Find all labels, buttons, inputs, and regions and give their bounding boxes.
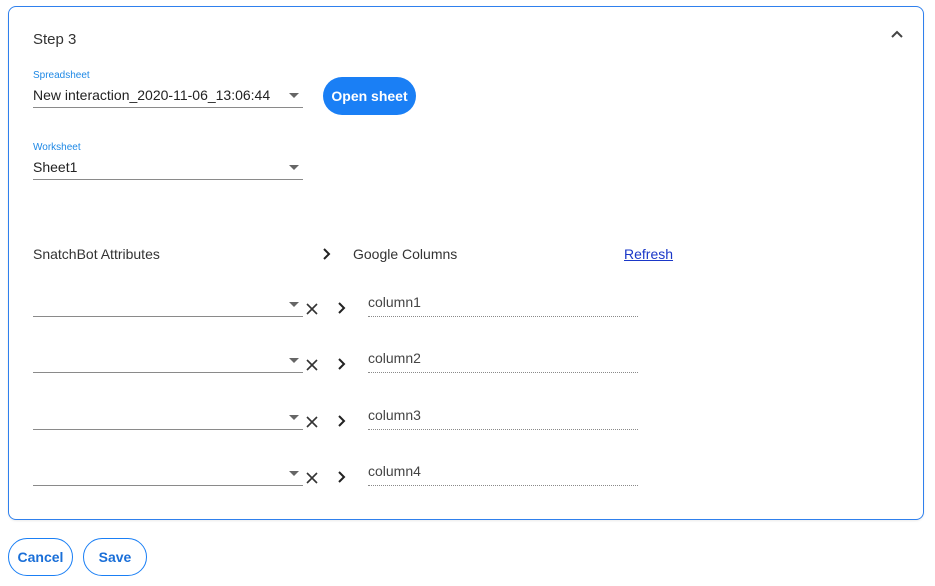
column-field[interactable]: column1	[368, 291, 638, 317]
spreadsheet-field: Spreadsheet New interaction_2020-11-06_1…	[33, 69, 303, 108]
mapping-row: column1	[33, 287, 653, 321]
cancel-button[interactable]: Cancel	[8, 538, 73, 576]
spreadsheet-select[interactable]: New interaction_2020-11-06_13:06:44	[33, 82, 303, 108]
caret-down-icon	[289, 358, 299, 363]
google-columns-header: Google Columns	[353, 246, 458, 262]
spreadsheet-label: Spreadsheet	[33, 70, 90, 81]
mapping-row: column2	[33, 343, 653, 377]
save-button[interactable]: Save	[83, 538, 147, 576]
caret-down-icon	[289, 415, 299, 420]
refresh-link[interactable]: Refresh	[624, 246, 673, 262]
mapping-row: column3	[33, 400, 653, 434]
caret-down-icon	[289, 471, 299, 476]
caret-down-icon	[289, 93, 299, 98]
chevron-up-icon[interactable]	[889, 27, 905, 43]
attribute-select[interactable]	[33, 404, 303, 430]
attribute-select[interactable]	[33, 291, 303, 317]
worksheet-field: Worksheet Sheet1	[33, 141, 303, 180]
step-title: Step 3	[33, 31, 77, 48]
open-sheet-button[interactable]: Open sheet	[323, 77, 416, 115]
mapping-row: column4	[33, 456, 653, 490]
attribute-select[interactable]	[33, 460, 303, 486]
column-field[interactable]: column2	[368, 347, 638, 373]
chevron-right-icon	[338, 358, 346, 370]
caret-down-icon	[289, 302, 299, 307]
worksheet-value: Sheet1	[33, 159, 78, 175]
caret-down-icon	[289, 165, 299, 170]
worksheet-select[interactable]: Sheet1	[33, 154, 303, 180]
close-icon[interactable]	[306, 303, 318, 315]
chevron-right-icon	[338, 471, 346, 483]
close-icon[interactable]	[306, 359, 318, 371]
close-icon[interactable]	[306, 416, 318, 428]
snatchbot-attributes-header: SnatchBot Attributes	[33, 246, 160, 262]
chevron-right-icon	[338, 415, 346, 427]
chevron-right-icon	[338, 302, 346, 314]
chevron-right-icon	[323, 248, 331, 260]
close-icon[interactable]	[306, 472, 318, 484]
column-field[interactable]: column3	[368, 404, 638, 430]
column-field[interactable]: column4	[368, 460, 638, 486]
worksheet-label: Worksheet	[33, 142, 81, 153]
spreadsheet-value: New interaction_2020-11-06_13:06:44	[33, 87, 271, 103]
attribute-select[interactable]	[33, 347, 303, 373]
step-card: Step 3 Spreadsheet New interaction_2020-…	[8, 6, 924, 520]
